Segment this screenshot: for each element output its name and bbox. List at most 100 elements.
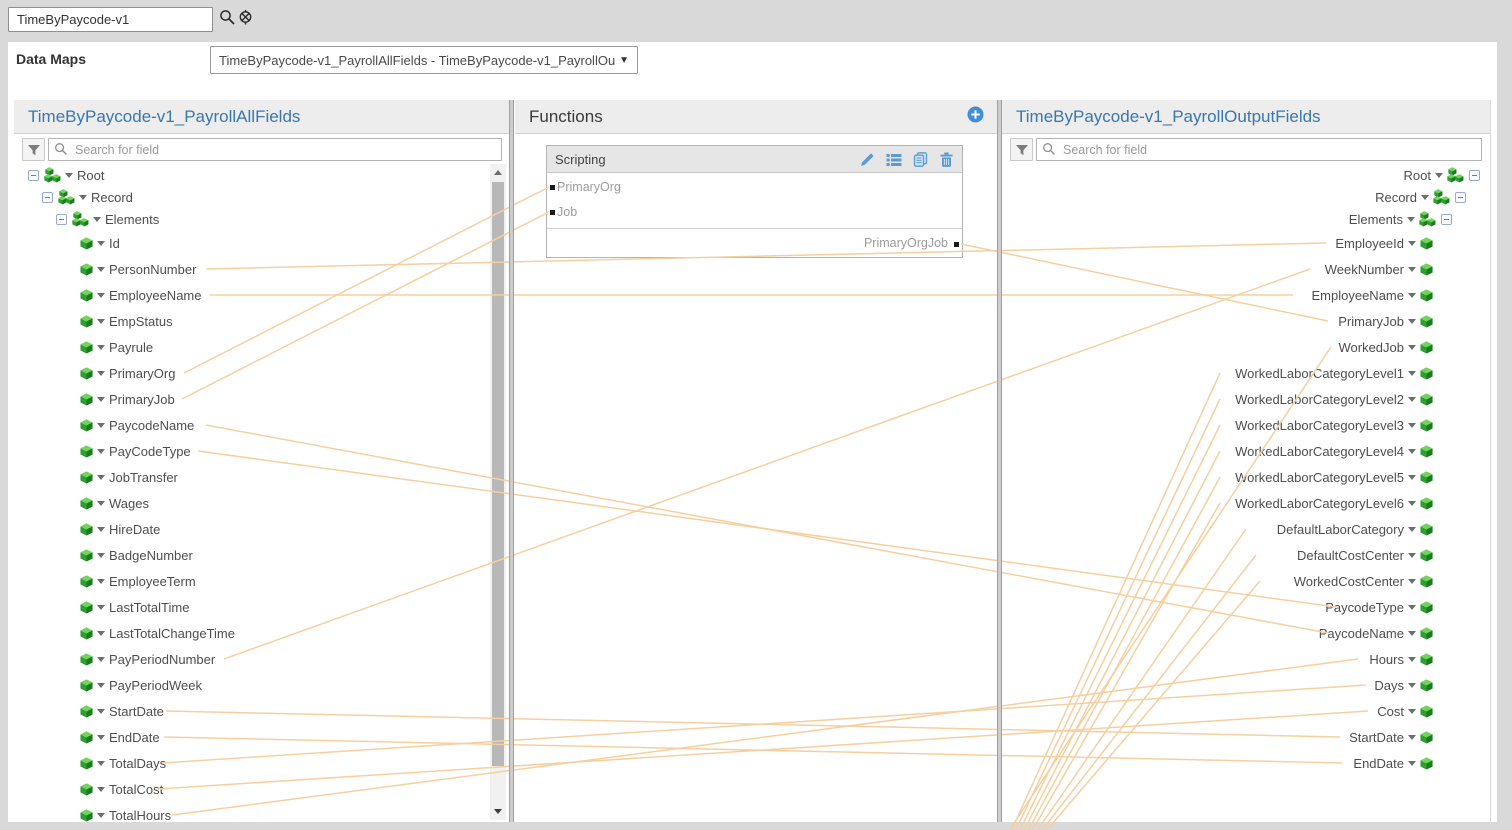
chevron-down-icon[interactable] xyxy=(1408,423,1416,428)
target-parent-node-root[interactable]: Root xyxy=(1404,164,1480,186)
chevron-down-icon[interactable] xyxy=(97,449,105,454)
target-field-row[interactable]: PaycodeName xyxy=(1319,622,1433,644)
source-field-row[interactable]: PayPeriodWeek xyxy=(80,674,202,696)
target-field-row[interactable]: WorkedJob xyxy=(1338,336,1433,358)
chevron-down-icon[interactable] xyxy=(65,173,73,178)
chevron-down-icon[interactable] xyxy=(97,293,105,298)
edit-pencil-icon[interactable] xyxy=(860,152,875,167)
target-field-search-input[interactable] xyxy=(1036,138,1482,161)
source-field-row[interactable]: PrimaryJob xyxy=(80,388,175,410)
chevron-down-icon[interactable] xyxy=(97,735,105,740)
chevron-down-icon[interactable] xyxy=(97,241,105,246)
chevron-down-icon[interactable] xyxy=(97,683,105,688)
source-field-row[interactable]: HireDate xyxy=(80,518,160,540)
scroll-up-icon[interactable] xyxy=(494,170,502,175)
source-field-row[interactable]: Id xyxy=(80,232,120,254)
target-field-row[interactable]: WorkedLaborCategoryLevel5 xyxy=(1235,466,1433,488)
chevron-down-icon[interactable] xyxy=(97,787,105,792)
target-field-row[interactable]: WorkedLaborCategoryLevel6 xyxy=(1235,492,1433,514)
source-field-row[interactable]: TotalDays xyxy=(80,752,166,774)
input-connector-anchor[interactable] xyxy=(550,185,555,190)
chevron-down-icon[interactable] xyxy=(97,553,105,558)
source-field-row[interactable]: EndDate xyxy=(80,726,160,748)
chevron-down-icon[interactable] xyxy=(1408,293,1416,298)
chevron-down-icon[interactable] xyxy=(1421,195,1429,200)
collapse-icon[interactable] xyxy=(1469,170,1480,181)
target-field-row[interactable]: Days xyxy=(1374,674,1433,696)
collapse-icon[interactable] xyxy=(56,214,67,225)
chevron-down-icon[interactable] xyxy=(97,813,105,818)
target-field-row[interactable]: EmployeeName xyxy=(1312,284,1434,306)
chevron-down-icon[interactable] xyxy=(1408,735,1416,740)
add-function-icon[interactable] xyxy=(967,106,984,128)
panel-divider[interactable] xyxy=(997,100,1002,822)
source-field-row[interactable]: PersonNumber xyxy=(80,258,196,280)
chevron-down-icon[interactable] xyxy=(1407,217,1415,222)
chevron-down-icon[interactable] xyxy=(97,319,105,324)
target-field-row[interactable]: DefaultLaborCategory xyxy=(1277,518,1433,540)
target-field-row[interactable]: WorkedLaborCategoryLevel4 xyxy=(1235,440,1433,462)
target-field-row[interactable]: Hours xyxy=(1369,648,1433,670)
chevron-down-icon[interactable] xyxy=(1408,683,1416,688)
chevron-down-icon[interactable] xyxy=(1408,631,1416,636)
target-field-row[interactable]: WorkedLaborCategoryLevel1 xyxy=(1235,362,1433,384)
chevron-down-icon[interactable] xyxy=(97,423,105,428)
input-connector-anchor[interactable] xyxy=(550,210,555,215)
chevron-down-icon[interactable] xyxy=(1408,761,1416,766)
target-field-row[interactable]: PaycodeType xyxy=(1325,596,1433,618)
target-field-row[interactable]: EmployeeId xyxy=(1335,232,1433,254)
target-field-row[interactable]: WorkedCostCenter xyxy=(1294,570,1433,592)
chevron-down-icon[interactable] xyxy=(97,761,105,766)
target-field-row[interactable]: WorkedLaborCategoryLevel2 xyxy=(1235,388,1433,410)
chevron-down-icon[interactable] xyxy=(97,475,105,480)
chevron-down-icon[interactable] xyxy=(97,345,105,350)
chevron-down-icon[interactable] xyxy=(93,217,101,222)
scripting-input-primaryorg[interactable]: PrimaryOrg xyxy=(557,180,621,194)
source-field-row[interactable]: Wages xyxy=(80,492,149,514)
source-field-row[interactable]: PrimaryOrg xyxy=(80,362,175,384)
chevron-down-icon[interactable] xyxy=(1435,173,1443,178)
scripting-function-box[interactable]: Scripting PrimaryOrgJob PrimaryOrgJob xyxy=(546,145,963,258)
source-field-row[interactable]: StartDate xyxy=(80,700,164,722)
collapse-icon[interactable] xyxy=(1455,192,1466,203)
target-field-row[interactable]: WeekNumber xyxy=(1325,258,1433,280)
chevron-down-icon[interactable] xyxy=(97,605,105,610)
source-field-row[interactable]: PayPeriodNumber xyxy=(80,648,215,670)
source-parent-node-elements[interactable]: Elements xyxy=(56,208,159,230)
collapse-icon[interactable] xyxy=(42,192,53,203)
target-parent-node-record[interactable]: Record xyxy=(1375,186,1466,208)
chevron-down-icon[interactable] xyxy=(1408,267,1416,272)
source-field-row[interactable]: JobTransfer xyxy=(80,466,178,488)
chevron-down-icon[interactable] xyxy=(1408,449,1416,454)
chevron-down-icon[interactable] xyxy=(1408,371,1416,376)
source-field-row[interactable]: EmployeeTerm xyxy=(80,570,196,592)
map-search-input[interactable] xyxy=(8,7,213,32)
scroll-down-icon[interactable] xyxy=(494,809,502,814)
chevron-down-icon[interactable] xyxy=(97,501,105,506)
source-field-row[interactable]: TotalHours xyxy=(80,804,171,826)
chevron-down-icon[interactable] xyxy=(1408,553,1416,558)
output-connector-anchor[interactable] xyxy=(954,242,959,247)
chevron-down-icon[interactable] xyxy=(97,397,105,402)
chevron-down-icon[interactable] xyxy=(97,579,105,584)
trash-icon[interactable] xyxy=(939,152,954,167)
scrollbar-thumb[interactable] xyxy=(492,182,504,766)
list-icon[interactable] xyxy=(886,152,902,167)
filter-funnel-button[interactable] xyxy=(1010,138,1033,161)
source-field-row[interactable]: TotalCost xyxy=(80,778,163,800)
clear-search-icon[interactable] xyxy=(238,9,255,31)
copy-icon[interactable] xyxy=(913,152,928,167)
source-field-row[interactable]: LastTotalTime xyxy=(80,596,189,618)
search-icon[interactable] xyxy=(219,9,236,31)
chevron-down-icon[interactable] xyxy=(97,371,105,376)
chevron-down-icon[interactable] xyxy=(1408,397,1416,402)
source-field-search-input[interactable] xyxy=(48,138,502,161)
scripting-output-row[interactable]: PrimaryOrgJob xyxy=(547,229,962,257)
source-field-row[interactable]: EmployeeName xyxy=(80,284,202,306)
target-field-row[interactable]: EndDate xyxy=(1353,752,1433,774)
chevron-down-icon[interactable] xyxy=(97,267,105,272)
chevron-down-icon[interactable] xyxy=(1408,709,1416,714)
chevron-down-icon[interactable] xyxy=(1408,605,1416,610)
target-field-row[interactable]: PrimaryJob xyxy=(1338,310,1433,332)
chevron-down-icon[interactable] xyxy=(1408,501,1416,506)
